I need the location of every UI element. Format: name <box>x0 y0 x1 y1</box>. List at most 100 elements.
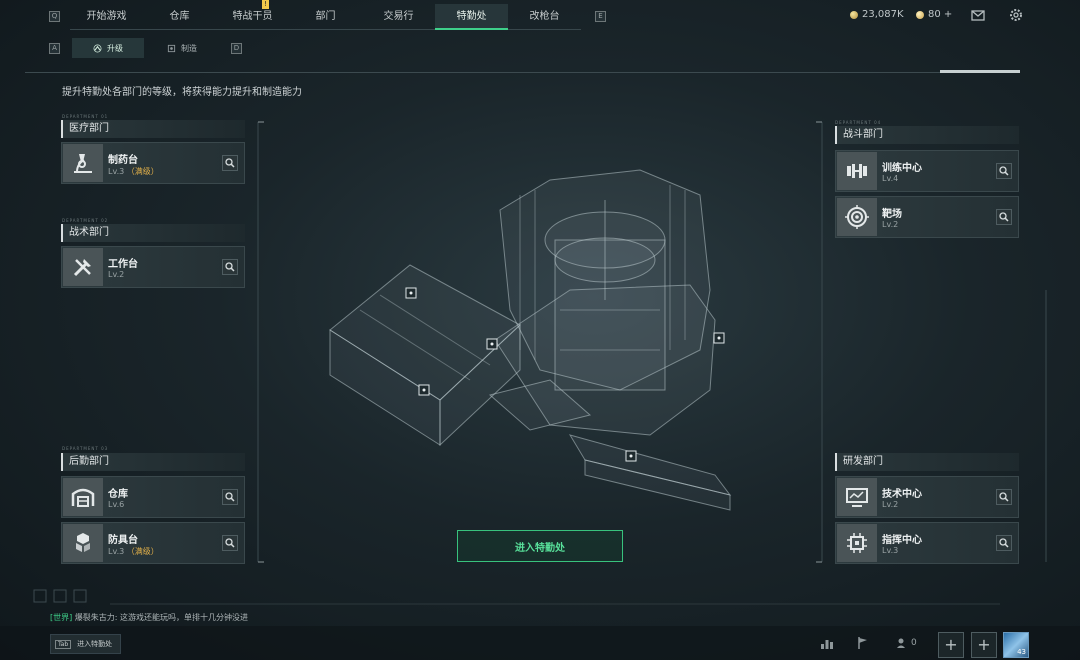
level-value: Lv.3 <box>108 167 125 176</box>
friends-online[interactable]: 0 <box>896 637 917 649</box>
chat-channel: [世界] <box>50 613 73 622</box>
facility-name: 制药台 <box>108 155 138 166</box>
monitor-icon <box>837 478 877 516</box>
tab-hint[interactable]: Tab 进入特勤处 <box>50 634 122 654</box>
search-icon[interactable] <box>996 535 1012 551</box>
subtab-upgrade-label: 升级 <box>107 43 123 53</box>
coin-icon <box>850 10 858 19</box>
tab-start-game[interactable]: 开始游戏 <box>70 4 143 30</box>
tab-operators[interactable]: 特战干员! <box>216 0 289 30</box>
dumbbell-icon <box>837 152 877 190</box>
bottom-bar <box>0 626 1080 660</box>
facility-card-workbench[interactable]: 工作台 Lv.2 <box>61 246 245 288</box>
tab-warehouse[interactable]: 仓库 <box>143 4 216 30</box>
level-value: Lv.6 <box>108 500 125 509</box>
flag-icon[interactable] <box>852 632 874 654</box>
armor-icon <box>63 524 103 562</box>
facility-card-warehouse[interactable]: 仓库 Lv.6 <box>61 476 245 518</box>
add-teammate-button-2[interactable]: + <box>971 632 997 658</box>
max-level-label: （满级） <box>126 167 159 176</box>
subtab-craft-label: 制造 <box>181 43 197 53</box>
search-icon[interactable] <box>996 163 1012 179</box>
subtab-craft[interactable]: 制造 <box>152 38 212 58</box>
level-value: Lv.2 <box>108 270 125 279</box>
target-icon <box>837 198 877 236</box>
header-divider <box>25 72 1019 73</box>
facility-level: Lv.2 <box>882 220 898 229</box>
next-subtab-key[interactable]: D <box>231 43 242 54</box>
tab-special-ops[interactable]: 特勤处 <box>435 4 508 30</box>
currency-premium[interactable]: 80 + <box>916 9 952 20</box>
facility-level: Lv.2 <box>108 270 124 279</box>
facility-name: 训练中心 <box>882 163 922 174</box>
header-accent <box>940 70 1020 73</box>
facility-name: 工作台 <box>108 259 138 270</box>
level-value: Lv.2 <box>882 500 899 509</box>
search-icon[interactable] <box>222 535 238 551</box>
facility-card-training[interactable]: 训练中心 Lv.4 <box>835 150 1019 192</box>
friends-count: 0 <box>911 638 917 648</box>
avatar[interactable]: 43 <box>1003 632 1029 658</box>
tab-trade[interactable]: 交易行 <box>362 4 435 30</box>
chat-message: 这游戏还能玩吗，单排十几分钟没进 <box>120 613 249 622</box>
currency-coins[interactable]: 23,087K <box>850 9 904 20</box>
dept-tag-medical: DEPARTMENT 01 <box>62 114 109 119</box>
search-icon[interactable] <box>222 259 238 275</box>
enter-special-ops-button[interactable]: 进入特勤处 <box>457 530 623 562</box>
craft-icon <box>167 44 176 52</box>
dept-title-tactical: 战术部门 <box>61 224 245 242</box>
friends-icon <box>897 638 905 648</box>
facility-card-pharmacy[interactable]: 制药台 Lv.3 （满级） <box>61 142 245 184</box>
facility-card-command-center[interactable]: 指挥中心 Lv.3 <box>835 522 1019 564</box>
dept-title-research: 研发部门 <box>835 453 1019 471</box>
tab-department[interactable]: 部门 <box>289 4 362 30</box>
chat-line[interactable]: [世界] 爆裂朱古力: 这游戏还能玩吗，单排十几分钟没进 <box>50 612 248 623</box>
dept-title-medical: 医疗部门 <box>61 120 245 138</box>
chip-icon <box>837 524 877 562</box>
level-value: Lv.3 <box>882 546 899 555</box>
dept-tag-logistics: DEPARTMENT 03 <box>62 446 109 451</box>
next-tab-key[interactable]: E <box>595 11 606 22</box>
facility-name: 靶场 <box>882 209 902 220</box>
facility-name: 防具台 <box>108 535 138 546</box>
facility-wireframe <box>329 169 732 511</box>
search-icon[interactable] <box>996 209 1012 225</box>
gear-icon[interactable] <box>1008 7 1024 23</box>
avatar-level: 43 <box>1017 648 1026 656</box>
warehouse-icon <box>63 478 103 516</box>
dept-tag-tactical: DEPARTMENT 02 <box>62 218 109 223</box>
premium-coin-icon <box>916 10 924 19</box>
facility-level: Lv.4 <box>882 174 898 183</box>
dept-tag-combat: DEPARTMENT 04 <box>835 120 882 125</box>
facility-card-armor[interactable]: 防具台 Lv.3 （满级） <box>61 522 245 564</box>
dept-title-logistics: 后勤部门 <box>61 453 245 471</box>
alert-badge: ! <box>262 0 269 9</box>
stats-icon[interactable] <box>816 632 838 654</box>
subtab-upgrade[interactable]: 升级 <box>72 38 144 58</box>
tools-icon <box>63 248 103 286</box>
facility-level: Lv.6 <box>108 500 124 509</box>
add-teammate-button-1[interactable]: + <box>938 632 964 658</box>
search-icon[interactable] <box>222 489 238 505</box>
microscope-icon <box>63 144 103 182</box>
prev-subtab-key[interactable]: A <box>49 43 60 54</box>
facility-level: Lv.3 （满级） <box>108 166 159 177</box>
facility-card-range[interactable]: 靶场 Lv.2 <box>835 196 1019 238</box>
tab-hint-label: 进入特勤处 <box>77 640 113 648</box>
prev-tab-key[interactable]: Q <box>49 11 60 22</box>
facility-name: 技术中心 <box>882 489 922 500</box>
facility-level: Lv.3 （满级） <box>108 546 159 557</box>
tab-gunsmith[interactable]: 改枪台 <box>508 4 581 30</box>
tab-operators-label: 特战干员 <box>232 11 273 22</box>
facility-level: Lv.2 <box>882 500 898 509</box>
search-icon[interactable] <box>996 489 1012 505</box>
page-subtitle: 提升特勤处各部门的等级，将获得能力提升和制造能力 <box>62 87 302 98</box>
facility-level: Lv.3 <box>882 546 898 555</box>
search-icon[interactable] <box>222 155 238 171</box>
tab-key: Tab <box>55 639 72 649</box>
main-tabs: 开始游戏 仓库 特战干员! 部门 交易行 特勤处 改枪台 <box>70 0 581 30</box>
facility-card-tech-center[interactable]: 技术中心 Lv.2 <box>835 476 1019 518</box>
level-value: Lv.4 <box>882 174 899 183</box>
mail-icon[interactable] <box>970 7 986 23</box>
top-nav: Q 开始游戏 仓库 特战干员! 部门 交易行 特勤处 改枪台 E 23,087K… <box>0 0 1080 32</box>
